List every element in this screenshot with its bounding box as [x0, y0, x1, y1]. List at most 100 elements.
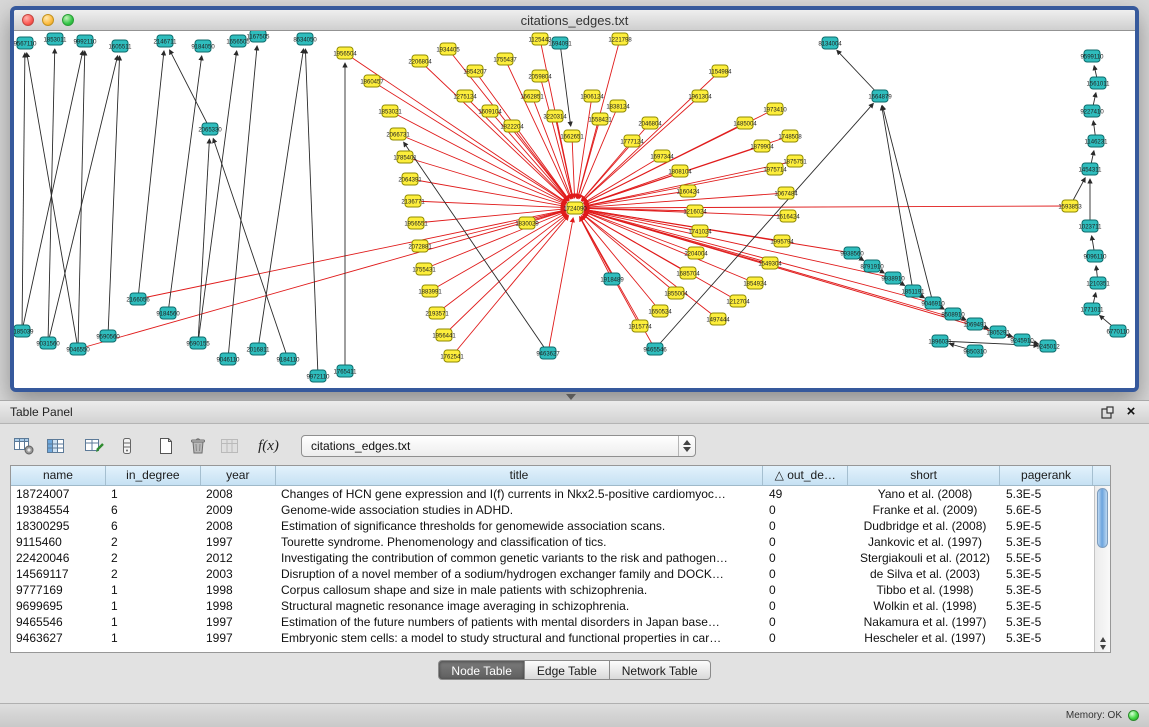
import-table-icon[interactable] [216, 433, 243, 459]
scrollbar-arrows[interactable] [1095, 637, 1110, 650]
network-canvas[interactable]: 1724090185302120667311785401206439121367… [14, 31, 1135, 388]
column-settings-icon[interactable] [10, 433, 37, 459]
table-row[interactable]: 1938455462009Genome-wide association stu… [11, 502, 1094, 518]
graph-node-label: 1154984 [709, 69, 733, 75]
graph-edge[interactable] [584, 212, 755, 283]
zoom-button[interactable] [62, 14, 74, 26]
cell-out-degree: 0 [764, 614, 849, 630]
graph-node-label: 2072881 [408, 244, 432, 250]
close-panel-icon[interactable]: × [1123, 404, 1139, 420]
tab-node-table[interactable]: Node Table [438, 660, 525, 680]
graph-edge[interactable] [22, 51, 83, 331]
graph-node-label: 1853011 [44, 37, 68, 43]
cell-short: Tibbo et al. (1998) [849, 582, 1001, 598]
graph-edge[interactable] [138, 51, 164, 299]
graph-edge[interactable] [170, 50, 210, 129]
table-row[interactable]: 1456911722003Disruption of a novel membe… [11, 566, 1094, 582]
cell-out-degree: 0 [764, 534, 849, 550]
graph-edge[interactable] [305, 49, 318, 376]
table-row[interactable]: 969969511998Structural magnetic resonanc… [11, 598, 1094, 614]
minimize-button[interactable] [42, 14, 54, 26]
graph-edge[interactable] [78, 51, 85, 349]
table-scrollbar[interactable] [1094, 486, 1110, 652]
graph-node-label: 9184110 [277, 357, 301, 363]
graph-edge[interactable] [430, 213, 566, 291]
column-header-title[interactable]: title [276, 466, 764, 485]
rename-column-icon[interactable] [81, 433, 108, 459]
graph-node-label: 1724090 [563, 206, 587, 212]
close-button[interactable] [22, 14, 34, 26]
graph-edge[interactable] [572, 136, 575, 198]
show-columns-icon[interactable] [42, 433, 69, 459]
cell-title: Tourette syndrome. Phenomenology and cla… [276, 534, 764, 550]
function-builder-icon[interactable]: f(x) [255, 433, 282, 459]
network-view[interactable]: 1724090185302120667311785401206439121367… [14, 31, 1135, 388]
graph-node-label: 1906124 [580, 94, 604, 100]
network-table-select-value: citations_edges.txt [302, 439, 678, 453]
table-row[interactable]: 977716911998Corpus callosum shape and si… [11, 582, 1094, 598]
table-row[interactable]: 1830029562008Estimation of significance … [11, 518, 1094, 534]
graph-edge[interactable] [228, 46, 257, 359]
graph-edge[interactable] [444, 215, 568, 335]
graph-edge[interactable] [585, 206, 1070, 208]
cell-name: 9463627 [11, 630, 106, 646]
tab-network-table[interactable]: Network Table [610, 660, 711, 680]
graph-node-label: 9245910 [1010, 338, 1034, 344]
graph-edge[interactable] [584, 211, 696, 253]
window-titlebar[interactable]: citations_edges.txt [14, 10, 1135, 31]
graph-edge[interactable] [582, 123, 650, 201]
graph-edge[interactable] [168, 56, 202, 313]
graph-edge[interactable] [213, 138, 288, 359]
graph-node-label: 1961304 [688, 94, 712, 100]
graph-node-label: 8634050 [293, 37, 317, 43]
table-row[interactable]: 911546021997Tourette syndrome. Phenomeno… [11, 534, 1094, 550]
graph-edge[interactable] [138, 210, 565, 299]
graph-edge[interactable] [837, 50, 880, 96]
column-header-short[interactable]: short [848, 466, 1000, 485]
graph-node-label: 1023711 [1079, 224, 1103, 230]
graph-edge[interactable] [585, 211, 1022, 340]
column-header-pagerank[interactable]: pagerank [1000, 466, 1093, 485]
table-row[interactable]: 2242004622012Investigating the contribut… [11, 550, 1094, 566]
cell-in-degree: 1 [106, 598, 201, 614]
graph-edge[interactable] [78, 211, 565, 349]
graph-edge[interactable] [27, 53, 78, 349]
cell-short: Jankovic et al. (1997) [849, 534, 1001, 550]
graph-edge[interactable] [583, 214, 676, 293]
column-header-year[interactable]: year [201, 466, 276, 485]
create-table-icon[interactable] [152, 433, 179, 459]
column-header-name[interactable]: name [11, 466, 106, 485]
table-row[interactable]: 946362711997Embryonic stem cells: a mode… [11, 630, 1094, 646]
graph-node-label: 2016811 [247, 347, 271, 353]
graph-node-label: 1853021 [378, 109, 402, 115]
graph-edge[interactable] [48, 56, 118, 343]
column-header-in-degree[interactable]: in_degree [106, 466, 201, 485]
graph-node-label: 1785401 [393, 155, 417, 161]
cell-year: 2008 [201, 518, 276, 534]
scrollbar-thumb[interactable] [1097, 488, 1108, 548]
graph-edge[interactable] [22, 53, 25, 331]
graph-edge[interactable] [108, 56, 120, 336]
cell-name: 9777169 [11, 582, 106, 598]
graph-edge[interactable] [548, 218, 573, 353]
graph-edge[interactable] [882, 106, 913, 291]
graph-node-label: 1216024 [683, 209, 707, 215]
graph-edge[interactable] [258, 49, 304, 349]
table-row[interactable]: 946554611997Estimation of the future num… [11, 614, 1094, 630]
graph-node-label: 1212704 [726, 299, 750, 305]
graph-node-label: 9046910 [921, 301, 945, 307]
graph-edge[interactable] [584, 213, 738, 301]
column-header-out-degree[interactable]: △ out_de… [763, 466, 848, 485]
network-table-select[interactable]: citations_edges.txt [301, 435, 696, 457]
graph-node-label: 1975714 [763, 167, 787, 173]
row-height-icon[interactable] [113, 433, 140, 459]
table-toolbar: f(x) citations_edges.txt [10, 429, 1139, 463]
graph-edge[interactable] [585, 210, 893, 278]
float-panel-icon[interactable] [1099, 404, 1115, 420]
table-row[interactable]: 1872400712008Changes of HCN gene express… [11, 486, 1094, 502]
graph-edge[interactable] [577, 96, 592, 198]
delete-table-icon[interactable] [184, 433, 211, 459]
graph-edge[interactable] [198, 51, 237, 343]
tab-edge-table[interactable]: Edge Table [525, 660, 610, 680]
graph-node-label: 1765411 [334, 369, 358, 375]
